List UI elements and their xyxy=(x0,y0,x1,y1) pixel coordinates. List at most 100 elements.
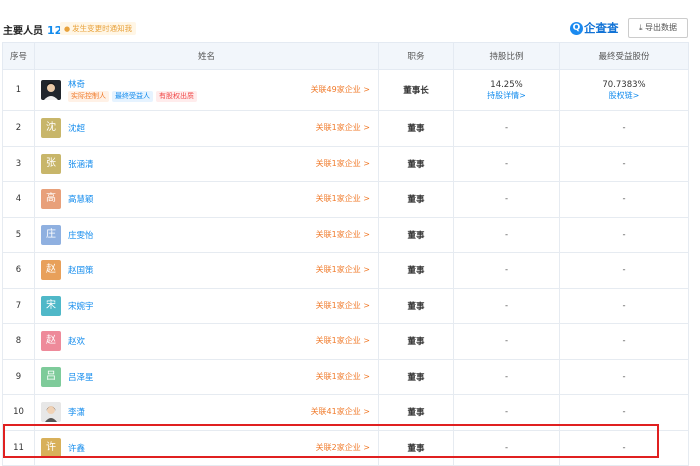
person-role: 董事 xyxy=(378,145,454,182)
related-companies-link[interactable]: 关联1家企业 > xyxy=(316,193,370,204)
person-name-link[interactable]: 张涵清 xyxy=(68,158,94,170)
table-header-row: 序号 姓名 职务 持股比例 最终受益股份 xyxy=(2,42,689,70)
export-button[interactable]: ⤓ 导出数据 xyxy=(628,18,688,38)
share-value: - xyxy=(504,158,509,169)
share-detail-link[interactable]: 持股详情> xyxy=(454,90,559,101)
person-name-link[interactable]: 宋婉宇 xyxy=(68,300,94,312)
bell-icon: ● xyxy=(64,25,71,33)
avatar[interactable]: 沈 xyxy=(41,118,61,139)
person-name-link[interactable]: 高慧颖 xyxy=(68,193,94,205)
avatar[interactable] xyxy=(41,80,61,100)
person-name-link[interactable]: 沈超 xyxy=(68,122,85,134)
person-cell: 庄庄雯怡 关联1家企业 > xyxy=(34,216,379,253)
person-tags: 实际控制人 最终受益人 有股权出质 xyxy=(68,91,200,102)
person-photo xyxy=(44,82,58,100)
person-tag[interactable]: 最终受益人 xyxy=(112,91,153,102)
person-role: 董事 xyxy=(378,181,454,218)
row-number: 9 xyxy=(2,358,35,395)
benefit-value: - xyxy=(622,336,626,347)
person-name-link[interactable]: 林奇 xyxy=(68,78,85,90)
benefit-value: - xyxy=(622,123,626,134)
benefit-cell: - xyxy=(559,287,689,324)
person-tag[interactable]: 实际控制人 xyxy=(68,91,109,102)
avatar[interactable]: 赵 xyxy=(41,260,61,281)
benefit-value: - xyxy=(622,229,626,240)
person-role: 董事 xyxy=(378,358,454,395)
col-header-benefit: 最终受益股份 xyxy=(559,42,689,70)
share-value: 14.25% xyxy=(490,79,523,90)
share-value: - xyxy=(504,336,509,347)
person-tag[interactable]: 有股权出质 xyxy=(156,91,197,102)
logo-icon: Q xyxy=(570,22,583,35)
benefit-value: - xyxy=(622,371,626,382)
qichacha-logo: Q 企查查 xyxy=(570,20,619,36)
person-cell: 赵赵欢 关联1家企业 > xyxy=(34,323,379,360)
col-header-no: 序号 xyxy=(2,42,35,70)
share-cell: 14.25% 持股详情> xyxy=(453,69,560,111)
row-number: 5 xyxy=(2,216,35,253)
benefit-value: - xyxy=(622,194,626,205)
person-role: 董事 xyxy=(378,323,454,360)
table-row: 9 吕吕泽星 关联1家企业 > 董事 - - xyxy=(2,358,689,395)
related-companies-link[interactable]: 关联1家企业 > xyxy=(316,371,370,382)
share-cell: - xyxy=(453,323,560,360)
benefit-value: - xyxy=(622,407,626,418)
highlight-box xyxy=(3,424,659,458)
avatar[interactable]: 赵 xyxy=(41,331,61,352)
person-name-link[interactable]: 庄雯怡 xyxy=(68,229,94,241)
benefit-value: - xyxy=(622,265,626,276)
person-name-link[interactable]: 吕泽星 xyxy=(68,371,94,383)
row-number: 1 xyxy=(2,69,35,111)
table-row: 4 高高慧颖 关联1家企业 > 董事 - - xyxy=(2,181,689,218)
section-header: 主要人员 12 ● 发生变更时通知我 Q 企查查 ⤓ 导出数据 xyxy=(0,0,700,40)
person-cell: 赵赵国策 关联1家企业 > xyxy=(34,252,379,289)
share-value: - xyxy=(504,123,509,134)
notify-button[interactable]: ● 发生变更时通知我 xyxy=(60,22,137,35)
benefit-cell: - xyxy=(559,358,689,395)
related-companies-link[interactable]: 关联1家企业 > xyxy=(316,300,370,311)
share-value: - xyxy=(504,300,509,311)
related-companies-link[interactable]: 关联49家企业 > xyxy=(311,84,370,95)
related-companies-link[interactable]: 关联41家企业 > xyxy=(311,406,370,417)
avatar[interactable]: 宋 xyxy=(41,295,61,316)
avatar[interactable]: 吕 xyxy=(41,366,61,387)
person-cell: 宋宋婉宇 关联1家企业 > xyxy=(34,287,379,324)
table-row: 8 赵赵欢 关联1家企业 > 董事 - - xyxy=(2,323,689,360)
benefit-value: - xyxy=(622,300,626,311)
section-title: 主要人员 12 xyxy=(3,24,63,37)
benefit-cell: - xyxy=(559,216,689,253)
related-companies-link[interactable]: 关联1家企业 > xyxy=(316,158,370,169)
table-row: 6 赵赵国策 关联1家企业 > 董事 - - xyxy=(2,252,689,289)
related-companies-link[interactable]: 关联1家企业 > xyxy=(316,122,370,133)
equity-chain-link[interactable]: 股权链> xyxy=(560,90,688,101)
benefit-cell: - xyxy=(559,181,689,218)
related-companies-link[interactable]: 关联1家企业 > xyxy=(316,229,370,240)
benefit-cell: - xyxy=(559,110,689,147)
col-header-name: 姓名 xyxy=(34,42,379,70)
avatar[interactable]: 庄 xyxy=(41,224,61,245)
share-cell: - xyxy=(453,145,560,182)
avatar[interactable]: 张 xyxy=(41,153,61,174)
person-name-link[interactable]: 李潇 xyxy=(68,406,85,418)
person-name-link[interactable]: 赵国策 xyxy=(68,264,94,276)
related-companies-link[interactable]: 关联1家企业 > xyxy=(316,335,370,346)
share-cell: - xyxy=(453,110,560,147)
person-role: 董事 xyxy=(378,287,454,324)
share-value: - xyxy=(504,194,509,205)
person-role: 董事长 xyxy=(378,69,454,111)
row-number: 2 xyxy=(2,110,35,147)
share-cell: - xyxy=(453,252,560,289)
row-number: 4 xyxy=(2,181,35,218)
avatar[interactable] xyxy=(41,402,61,423)
benefit-cell: 70.7383% 股权链> xyxy=(559,69,689,111)
person-cell: 高高慧颖 关联1家企业 > xyxy=(34,181,379,218)
related-companies-link[interactable]: 关联1家企业 > xyxy=(316,264,370,275)
person-cell: 林奇 实际控制人 最终受益人 有股权出质 关联49家企业 > xyxy=(34,69,379,111)
row-number: 3 xyxy=(2,145,35,182)
avatar[interactable]: 高 xyxy=(41,189,61,210)
benefit-cell: - xyxy=(559,323,689,360)
person-name-link[interactable]: 赵欢 xyxy=(68,335,85,347)
benefit-value: 70.7383% xyxy=(602,79,646,90)
table-row: 1 林奇 实际控制人 最终受益人 有股权出质 关联49家企业 > 董事长 14.25% 持股详情… xyxy=(2,69,689,111)
staff-table: 序号 姓名 职务 持股比例 最终受益股份 1 林奇 实际控制人 最终受益人 有股权出质关… xyxy=(2,42,689,466)
